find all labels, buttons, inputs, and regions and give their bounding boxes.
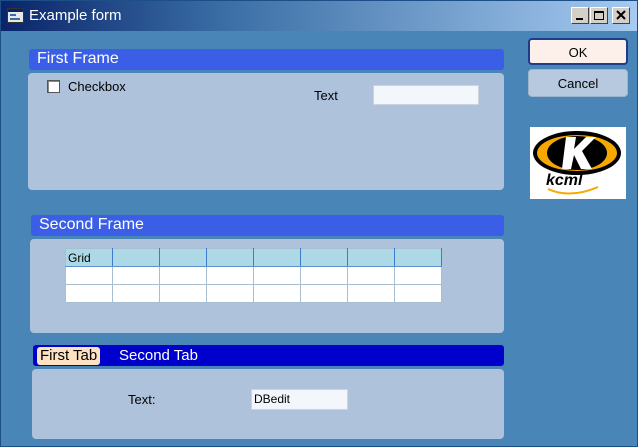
tab-first[interactable]: First Tab xyxy=(37,347,101,365)
tab-text-label: Text: xyxy=(128,392,156,407)
grid-header-cell[interactable]: Grid xyxy=(65,248,113,267)
dbedit-input[interactable]: DBedit xyxy=(251,389,348,410)
checkbox-label[interactable]: Checkbox xyxy=(68,79,126,95)
table-row xyxy=(65,284,442,303)
grid-cell[interactable] xyxy=(65,266,113,285)
example-form-window: Example form First Frame Checkbox Text S… xyxy=(0,0,638,447)
maximize-icon xyxy=(594,11,604,20)
text-label: Text xyxy=(314,88,338,103)
grid-cell[interactable] xyxy=(112,266,160,285)
grid-cell[interactable] xyxy=(206,266,254,285)
grid-cell[interactable] xyxy=(394,284,442,303)
checkbox-input[interactable] xyxy=(47,80,60,93)
first-frame-header: First Frame xyxy=(29,49,504,70)
ok-button[interactable]: OK xyxy=(528,38,628,65)
first-frame-title: First Frame xyxy=(37,50,119,67)
grid-cell[interactable] xyxy=(206,284,254,303)
grid-header-cell[interactable] xyxy=(300,248,348,267)
title-bar[interactable]: Example form xyxy=(1,1,637,31)
grid-cell[interactable] xyxy=(300,284,348,303)
grid-cell[interactable] xyxy=(159,266,207,285)
second-frame-title: Second Frame xyxy=(39,216,144,233)
grid-header-cell[interactable] xyxy=(206,248,254,267)
form-window-icon xyxy=(7,8,24,23)
close-icon xyxy=(616,10,626,20)
tab-second[interactable]: Second Tab xyxy=(116,347,201,365)
window-title: Example form xyxy=(29,7,122,24)
tab-bar: First Tab Second Tab xyxy=(33,345,504,366)
grid-cell[interactable] xyxy=(300,266,348,285)
maximize-button[interactable] xyxy=(590,7,608,24)
grid-cell[interactable] xyxy=(112,284,160,303)
grid-header-cell[interactable] xyxy=(394,248,442,267)
kcml-logo-icon: kcml xyxy=(533,131,621,195)
grid-header-cell[interactable] xyxy=(347,248,395,267)
svg-text:kcml: kcml xyxy=(546,172,583,189)
minimize-icon xyxy=(576,18,583,20)
grid-cell[interactable] xyxy=(347,266,395,285)
grid-cell[interactable] xyxy=(159,284,207,303)
grid-cell[interactable] xyxy=(253,266,301,285)
grid-cell[interactable] xyxy=(65,284,113,303)
grid-cell[interactable] xyxy=(253,284,301,303)
text-input[interactable] xyxy=(373,85,479,105)
grid-header-row: Grid xyxy=(65,248,442,267)
grid-header-cell[interactable] xyxy=(253,248,301,267)
grid-header-cell[interactable] xyxy=(112,248,160,267)
cancel-button[interactable]: Cancel xyxy=(528,69,628,97)
kcml-logo: kcml xyxy=(530,127,626,199)
close-button[interactable] xyxy=(612,7,630,24)
grid-cell[interactable] xyxy=(394,266,442,285)
minimize-button[interactable] xyxy=(571,7,589,24)
data-grid[interactable]: Grid xyxy=(65,248,442,303)
second-frame-header: Second Frame xyxy=(31,215,504,236)
grid-cell[interactable] xyxy=(347,284,395,303)
table-row xyxy=(65,266,442,285)
grid-header-cell[interactable] xyxy=(159,248,207,267)
